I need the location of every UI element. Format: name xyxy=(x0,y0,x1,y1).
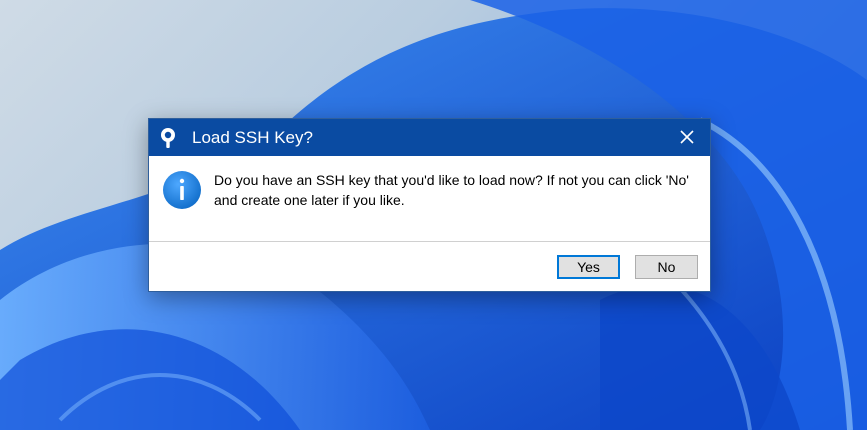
no-button[interactable]: No xyxy=(635,255,698,279)
yes-button[interactable]: Yes xyxy=(557,255,620,279)
sourcetree-icon xyxy=(161,128,175,148)
dialog-button-bar: Yes No xyxy=(149,241,710,291)
dialog-title: Load SSH Key? xyxy=(192,128,313,147)
dialog-titlebar[interactable]: Load SSH Key? xyxy=(149,119,710,156)
close-icon xyxy=(680,130,694,144)
dialog-content: Do you have an SSH key that you'd like t… xyxy=(149,156,710,241)
info-icon xyxy=(163,171,201,209)
load-ssh-key-dialog: Load SSH Key? Do you have an SSH key tha… xyxy=(148,118,711,292)
close-button[interactable] xyxy=(664,119,710,156)
dialog-message: Do you have an SSH key that you'd like t… xyxy=(214,172,689,208)
